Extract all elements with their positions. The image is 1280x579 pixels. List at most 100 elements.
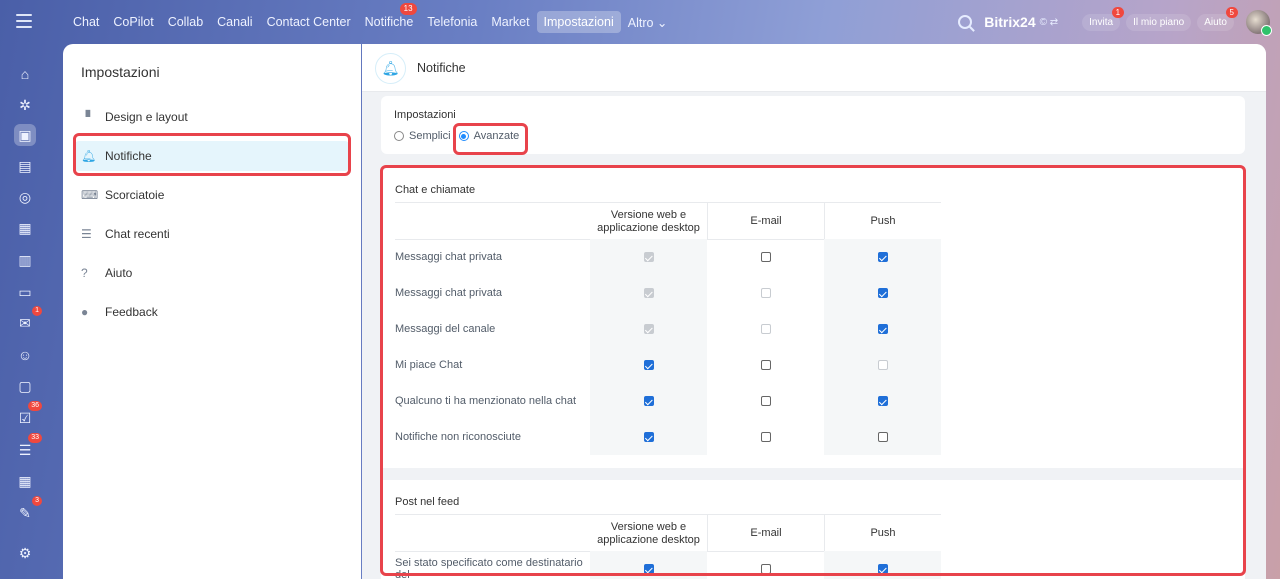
sidebar-item-notifiche[interactable]: 🔔︎ Notifiche	[75, 141, 349, 171]
sidebar-item-scorciatoie[interactable]: ⌨ Scorciatoie	[81, 180, 349, 210]
row-label: Notifiche non riconosciute	[395, 431, 521, 443]
help-badge: 5	[1225, 6, 1238, 18]
checkbox-web[interactable]	[643, 360, 654, 370]
nav-altro[interactable]: Altro ⌄	[621, 11, 675, 34]
mail-icon[interactable]: ✉ 1	[14, 306, 42, 334]
nav-contact-center[interactable]: Contact Center	[260, 11, 358, 33]
help-button[interactable]: Aiuto 5	[1197, 6, 1238, 31]
tasks-icon[interactable]: ☑ 36	[14, 401, 42, 429]
cell-web	[590, 239, 707, 275]
table-header: Versione web e applicazione desktop E-ma…	[395, 514, 941, 552]
radio-simple[interactable]	[394, 131, 404, 141]
sidebar-item-label: Scorciatoie	[105, 188, 165, 202]
cell-push	[824, 239, 941, 275]
checkbox-web[interactable]	[643, 564, 654, 574]
cell-web	[590, 275, 707, 311]
help-label: Aiuto	[1204, 16, 1227, 28]
checkbox-push[interactable]	[877, 324, 888, 334]
copilot-icon[interactable]: ✲	[14, 94, 36, 116]
checkbox-email[interactable]	[760, 396, 771, 406]
checkbox-email	[760, 288, 771, 298]
home-icon[interactable]: ⌂	[14, 63, 36, 85]
gear-icon[interactable]: ⚙	[14, 542, 36, 564]
cell-web	[590, 551, 707, 579]
nav-chat[interactable]: Chat	[66, 11, 106, 33]
nav-telefonia[interactable]: Telefonia	[420, 11, 484, 33]
checkbox-email[interactable]	[760, 252, 771, 262]
cell-push	[824, 383, 941, 419]
checkbox-email[interactable]	[760, 432, 771, 442]
file-icon[interactable]: ▥	[14, 249, 36, 271]
checkbox-web	[643, 324, 654, 334]
checkbox-push[interactable]	[877, 396, 888, 406]
feed-icon[interactable]: ☰ 33	[14, 433, 42, 461]
radio-simple-label[interactable]: Semplici	[409, 130, 451, 142]
sidebar-item-aiuto[interactable]: ? Aiuto	[81, 258, 349, 288]
menu-icon[interactable]	[16, 14, 32, 28]
cell-push	[824, 275, 941, 311]
row-label: Mi piace Chat	[395, 359, 463, 371]
avatar[interactable]	[1246, 10, 1272, 36]
nav-collab[interactable]: Collab	[161, 11, 210, 33]
checkbox-push[interactable]	[877, 252, 888, 262]
nav-copilot[interactable]: CoPilot	[106, 11, 160, 33]
row-label: Sei stato specificato come destinatario …	[395, 557, 583, 579]
radio-advanced-label[interactable]: Avanzate	[474, 130, 520, 142]
checkbox-push[interactable]	[877, 288, 888, 298]
checkbox-email[interactable]	[760, 360, 771, 370]
nav-canali[interactable]: Canali	[210, 11, 259, 33]
cell-email	[707, 275, 824, 311]
column-header-web: Versione web e applicazione desktop	[597, 208, 700, 234]
sidebar-item-chat-recenti[interactable]: ☰ Chat recenti	[81, 219, 349, 249]
checkbox-push[interactable]	[877, 564, 888, 574]
nav-notifiche[interactable]: Notifiche 13	[358, 3, 421, 33]
radio-advanced[interactable]	[458, 131, 469, 141]
notification-table-card: Chat e chiamate Versione web e applicazi…	[381, 168, 1245, 579]
cell-web	[590, 347, 707, 383]
target-icon[interactable]: ◎	[14, 186, 36, 208]
nav-market[interactable]: Market	[484, 11, 536, 33]
sidebar-item-label: Chat recenti	[105, 227, 170, 241]
column-header-email: E-mail	[707, 515, 824, 552]
chat-icon[interactable]: ▣	[14, 124, 36, 146]
bell-icon: 🔔︎	[81, 149, 97, 163]
checkbox-email	[760, 324, 771, 334]
nav-notifiche-label: Notifiche	[364, 15, 414, 29]
checkbox-web[interactable]	[643, 432, 654, 442]
checkbox-push	[877, 360, 888, 370]
notes-icon[interactable]: ✎ 3	[14, 496, 42, 524]
brand-logo[interactable]: Bitrix24	[984, 14, 1035, 30]
question-icon: ?	[81, 266, 88, 280]
sidebar-item-design[interactable]: ▝ Design e layout	[81, 102, 349, 132]
table-row: Mi piace Chat	[395, 347, 941, 383]
checkbox-web	[643, 288, 654, 298]
checkbox-web[interactable]	[643, 396, 654, 406]
top-nav: Chat CoPilot Collab Canali Contact Cente…	[66, 3, 675, 34]
tasks-badge: 36	[28, 401, 42, 411]
checkbox-push[interactable]	[877, 432, 888, 442]
schedule-icon[interactable]: ▦	[14, 470, 36, 492]
chat-bubble-icon: ●	[81, 305, 89, 319]
users-icon[interactable]: ☺	[14, 344, 36, 366]
checkbox-email[interactable]	[760, 564, 771, 574]
nav-impostazioni[interactable]: Impostazioni	[536, 11, 621, 33]
document-icon[interactable]: ▤	[14, 155, 36, 177]
invite-button[interactable]: Invita 1	[1082, 6, 1125, 31]
calendar-icon[interactable]: ▦	[14, 217, 36, 239]
search-icon[interactable]	[958, 15, 973, 29]
nav-notifiche-badge: 13	[399, 3, 417, 15]
cell-email	[707, 383, 824, 419]
mode-radio-group: Semplici Avanzate	[394, 130, 519, 142]
cell-email	[707, 311, 824, 347]
invite-label: Invita	[1089, 16, 1114, 28]
brush-icon: ▝	[81, 110, 91, 124]
sidebar-item-label: Aiuto	[105, 266, 133, 280]
card-icon[interactable]: ▭	[14, 281, 36, 303]
sidebar-item-feedback[interactable]: ● Feedback	[81, 297, 349, 327]
plan-button[interactable]: Il mio piano	[1126, 13, 1192, 31]
monitor-icon[interactable]: ▢	[14, 375, 36, 397]
list-icon: ☰	[81, 227, 92, 241]
row-label: Messaggi chat privata	[395, 251, 502, 263]
column-header-web: Versione web e applicazione desktop	[597, 520, 700, 546]
cell-email	[707, 239, 824, 275]
